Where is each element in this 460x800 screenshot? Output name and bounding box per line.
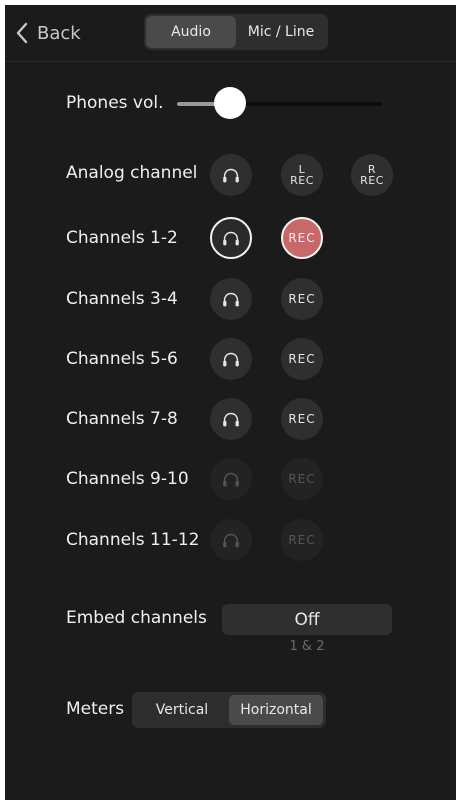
rec-label: REC bbox=[288, 231, 316, 245]
channel-11-12-rec-button[interactable]: REC bbox=[281, 519, 323, 561]
source-segmented-control: Audio Mic / Line bbox=[144, 14, 328, 50]
embed-channels-sub: 1 & 2 bbox=[289, 639, 325, 654]
channel-1-2-headphones-button[interactable] bbox=[210, 217, 252, 259]
meters-option-horizontal[interactable]: Horizontal bbox=[229, 695, 323, 725]
headphones-icon bbox=[223, 292, 239, 307]
tab-audio[interactable]: Audio bbox=[146, 16, 236, 48]
headphones-icon bbox=[223, 231, 239, 246]
slider-thumb[interactable] bbox=[214, 87, 247, 119]
back-label: Back bbox=[37, 22, 81, 44]
channel-row-label: Channels 5-6 bbox=[66, 349, 178, 369]
chevron-left-icon bbox=[16, 22, 28, 44]
embed-channels-label: Embed channels bbox=[66, 608, 207, 628]
headphones-icon bbox=[223, 168, 239, 183]
channel-5-6-headphones-button[interactable] bbox=[210, 338, 252, 380]
embed-channels-select[interactable]: Off bbox=[222, 604, 392, 635]
meters-segmented-control: Vertical Horizontal bbox=[132, 692, 326, 728]
audio-settings-screen: Back Audio Mic / Line Phones vol. Analog… bbox=[5, 5, 456, 800]
channel-row-label: Channels 1-2 bbox=[66, 228, 178, 248]
channel-row-label: Channels 3-4 bbox=[66, 289, 178, 309]
analog-rec-right-button[interactable]: R REC bbox=[351, 154, 393, 196]
channel-7-8-rec-button[interactable]: REC bbox=[281, 398, 323, 440]
meters-label: Meters bbox=[66, 699, 125, 719]
rec-label: REC bbox=[288, 352, 316, 366]
headphones-icon bbox=[223, 533, 239, 548]
channel-row-label: Channels 7-8 bbox=[66, 409, 178, 429]
channel-3-4-headphones-button[interactable] bbox=[210, 278, 252, 320]
headphones-icon bbox=[223, 412, 239, 427]
analog-rec-left-button[interactable]: L REC bbox=[281, 154, 323, 196]
channel-1-2-rec-button[interactable]: REC bbox=[281, 217, 323, 259]
channel-9-10-headphones-button[interactable] bbox=[210, 458, 252, 500]
channel-row-label: Channels 11-12 bbox=[66, 530, 200, 550]
channel-3-4-rec-button[interactable]: REC bbox=[281, 278, 323, 320]
headphones-icon bbox=[223, 352, 239, 367]
channel-11-12-headphones-button[interactable] bbox=[210, 519, 252, 561]
channel-5-6-rec-button[interactable]: REC bbox=[281, 338, 323, 380]
rec-right-label: REC bbox=[360, 174, 384, 187]
meters-option-vertical[interactable]: Vertical bbox=[135, 695, 229, 725]
channel-row-label: Channels 9-10 bbox=[66, 469, 189, 489]
phones-volume-slider[interactable] bbox=[177, 87, 382, 119]
tab-mic-line[interactable]: Mic / Line bbox=[236, 16, 326, 48]
channel-9-10-rec-button[interactable]: REC bbox=[281, 458, 323, 500]
rec-label: REC bbox=[288, 292, 316, 306]
phones-volume-label: Phones vol. bbox=[66, 93, 164, 113]
back-button[interactable]: Back bbox=[15, 19, 81, 47]
analog-channel-label: Analog channel bbox=[66, 163, 198, 183]
analog-headphones-button[interactable] bbox=[210, 154, 252, 196]
rec-label: REC bbox=[288, 472, 316, 486]
rec-left-label: REC bbox=[290, 174, 314, 187]
rec-label: REC bbox=[288, 412, 316, 426]
headphones-icon bbox=[223, 472, 239, 487]
top-bar: Back Audio Mic / Line bbox=[5, 5, 456, 62]
rec-label: REC bbox=[288, 533, 316, 547]
channel-7-8-headphones-button[interactable] bbox=[210, 398, 252, 440]
